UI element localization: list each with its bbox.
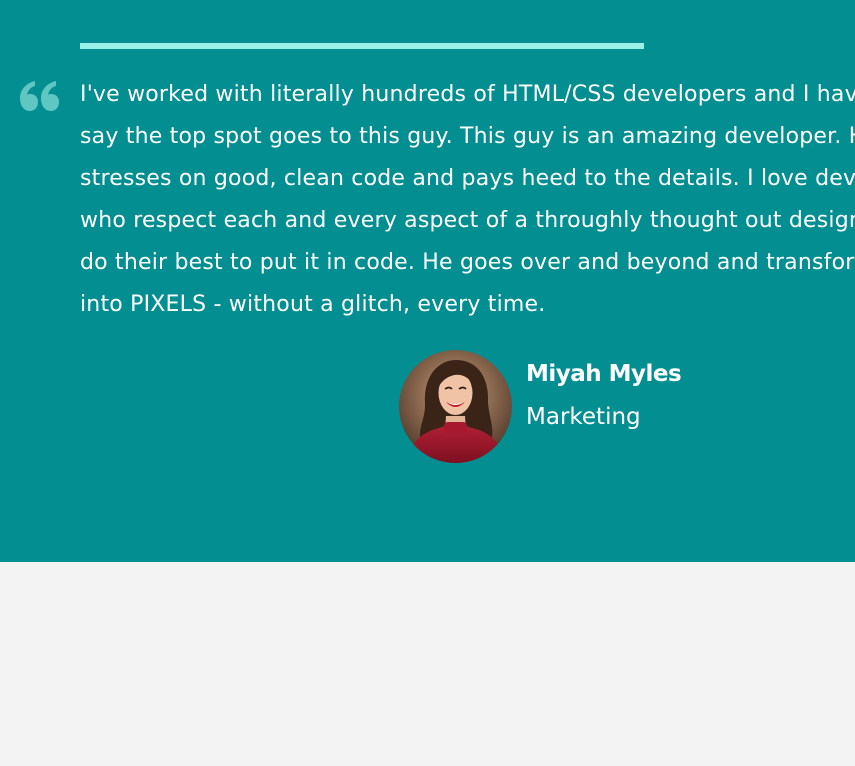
testimonial-card: I've worked with literally hundreds of H… (0, 0, 855, 562)
author-meta: Miyah Myles Marketing (526, 359, 682, 432)
quote-line: do their best to put it in code. He goes… (80, 250, 855, 275)
quote-line: I've worked with literally hundreds of H… (80, 82, 855, 107)
author-name: Miyah Myles (526, 361, 682, 387)
quote-line: into PIXELS - without a glitch, every ti… (80, 292, 546, 317)
avatar (399, 350, 512, 463)
author-role: Marketing (526, 404, 641, 430)
author-block: Miyah Myles Marketing (399, 350, 682, 463)
quote-line: who respect each and every aspect of a t… (80, 208, 855, 233)
testimonial-quote: I've worked with literally hundreds of H… (80, 74, 855, 326)
quote-line: say the top spot goes to this guy. This … (80, 124, 855, 149)
accent-bar (80, 43, 644, 49)
quote-line: stresses on good, clean code and pays he… (80, 166, 855, 191)
avatar-photo (399, 350, 512, 463)
quote-icon (20, 81, 59, 111)
